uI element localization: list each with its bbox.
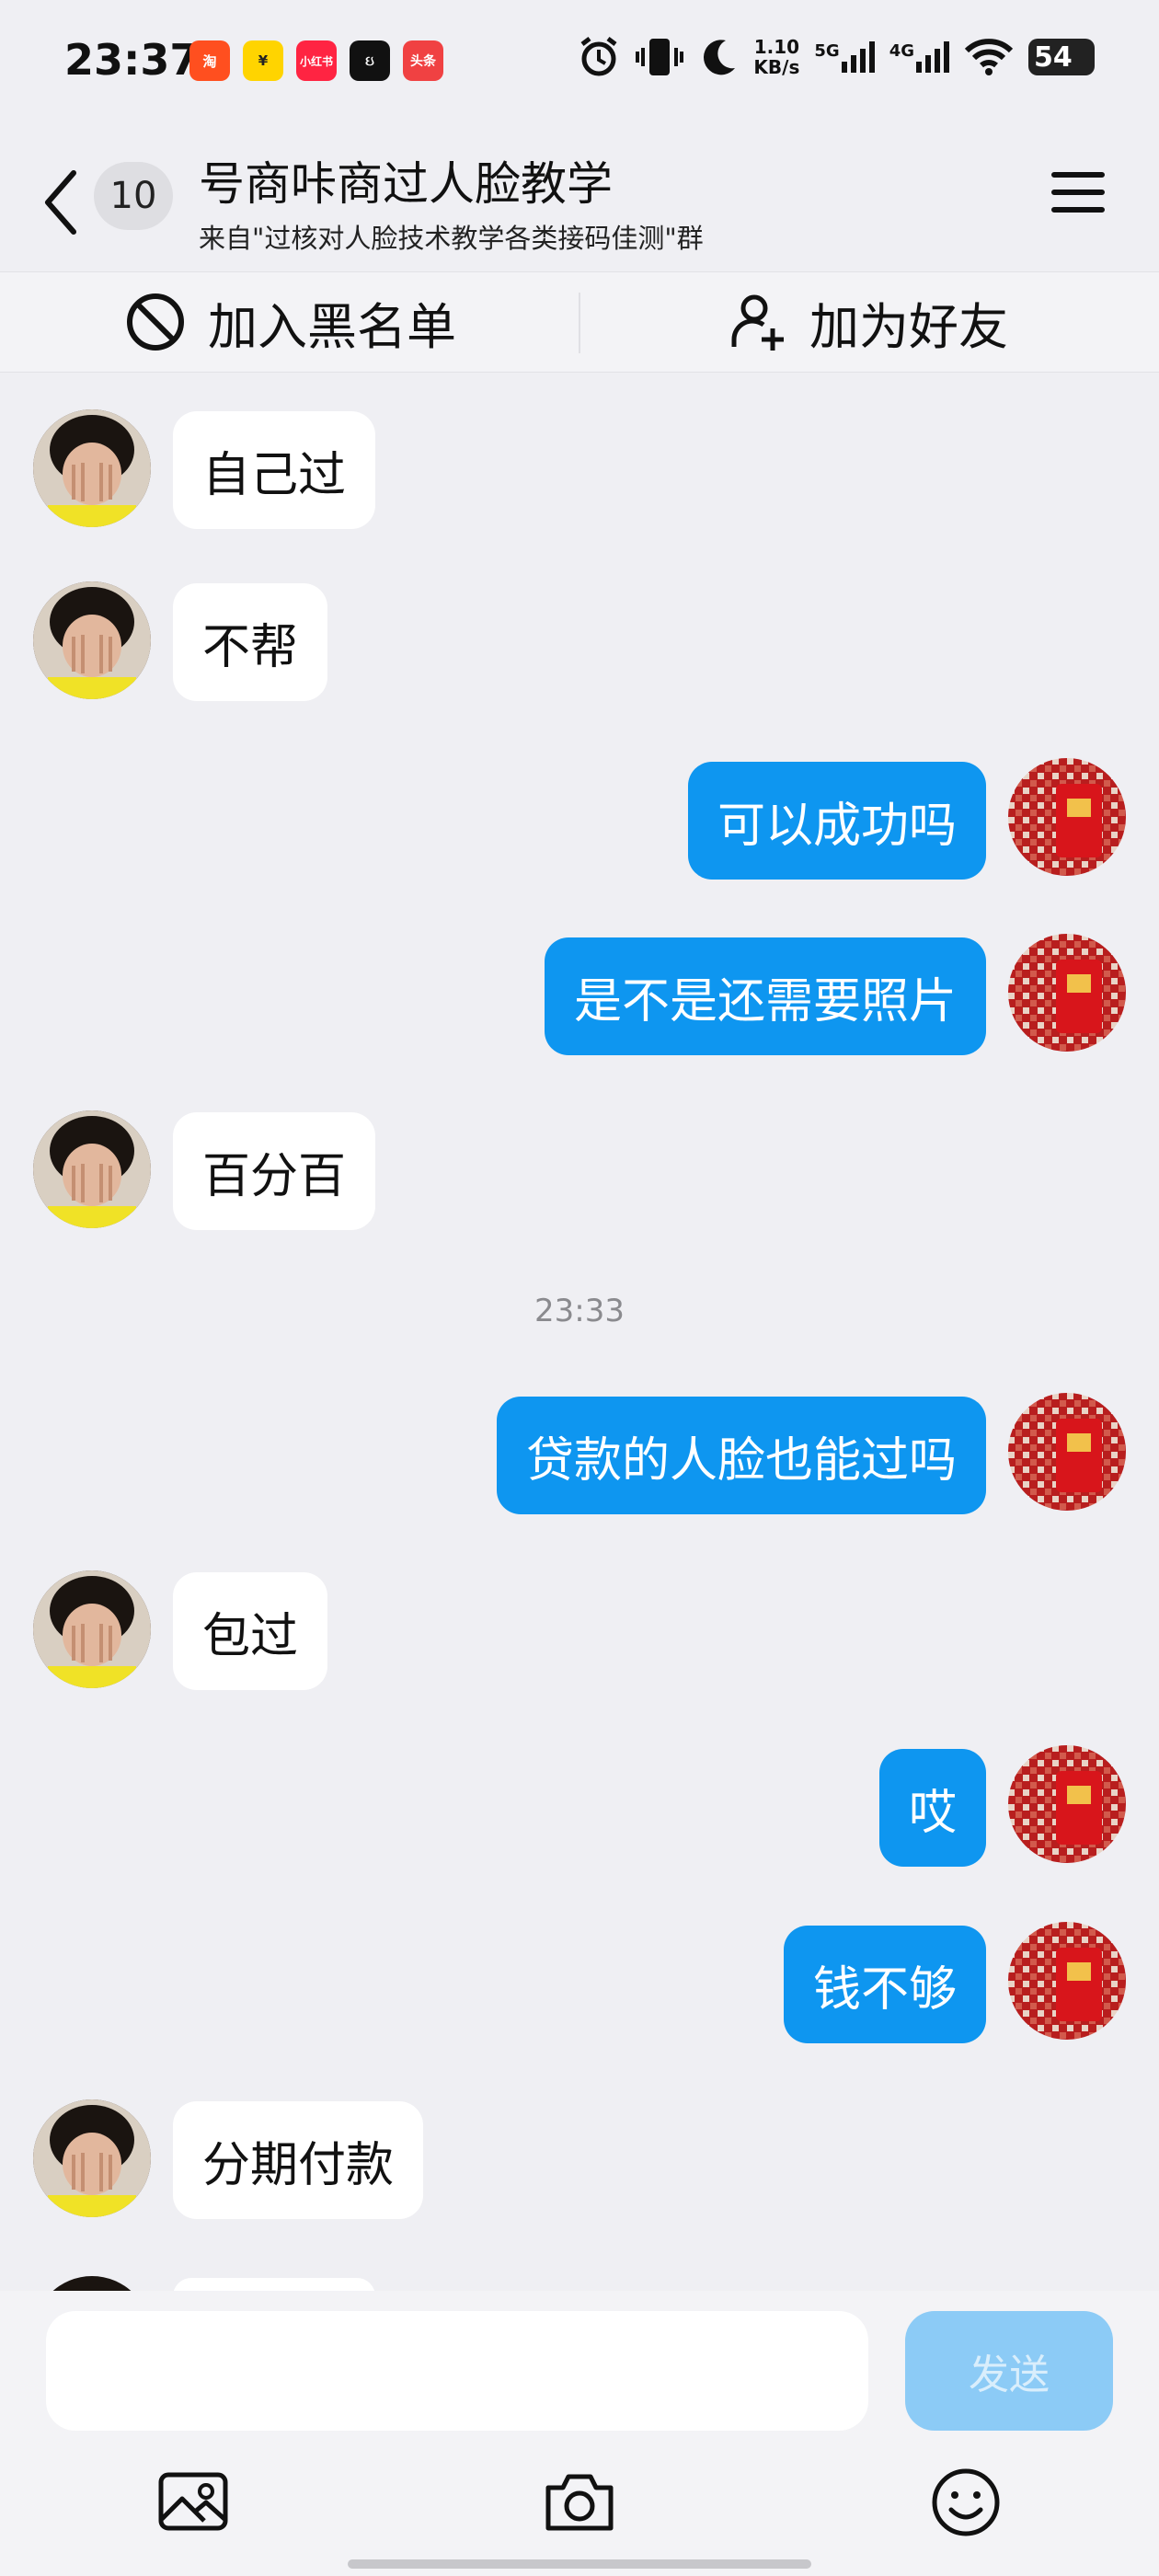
message-bubble[interactable]: 分期付款	[173, 2101, 424, 2219]
camera-app-icon: ઇ	[350, 40, 390, 81]
signal-5g-label: 5G	[814, 41, 840, 61]
message-row: 包过	[0, 1569, 1159, 1690]
input-area: 发送	[0, 2291, 1159, 2576]
add-friend-button[interactable]: 加为好友	[727, 272, 1008, 372]
contact-avatar[interactable]	[33, 409, 151, 527]
my-avatar[interactable]	[1008, 758, 1126, 876]
message-bubble[interactable]: 自己过	[173, 411, 376, 529]
toutiao-icon: 头条	[403, 40, 443, 81]
signal-4g-label: 4G	[889, 41, 914, 61]
battery-indicator: 54	[1028, 39, 1095, 75]
stranger-action-bar: 加入黑名单 加为好友	[0, 271, 1159, 373]
contact-avatar-image	[33, 1570, 151, 1688]
action-divider	[579, 293, 580, 353]
taobao-icon: 淘	[189, 40, 230, 81]
my-avatar-image	[1008, 1745, 1126, 1863]
message-bubble-partial	[173, 2278, 375, 2291]
signal-bars-icon	[916, 41, 949, 73]
message-bubble[interactable]: 是不是还需要照片	[544, 937, 986, 1055]
block-button[interactable]: 加入黑名单	[125, 272, 456, 372]
message-bubble[interactable]: 钱不够	[783, 1926, 986, 2043]
my-avatar[interactable]	[1008, 1393, 1126, 1511]
signal-4g: 4G	[889, 41, 949, 73]
my-avatar-image	[1008, 1922, 1126, 2040]
message-row: 百分百	[0, 1109, 1159, 1230]
message-bubble[interactable]: 贷款的人脸也能过吗	[496, 1397, 986, 1514]
network-speed-value: 1.10	[753, 36, 800, 58]
network-speed: 1.10 KB/s	[753, 37, 799, 77]
contact-avatar-image	[33, 409, 151, 527]
wifi-icon	[964, 39, 1014, 75]
camera-icon[interactable]	[543, 2466, 616, 2539]
message-row: 可以成功吗	[0, 758, 1159, 880]
message-timestamp: 23:33	[534, 1293, 625, 1329]
vibrate-icon	[636, 39, 684, 75]
message-row: 是不是还需要照片	[0, 934, 1159, 1055]
home-indicator[interactable]	[348, 2559, 811, 2569]
message-row: 钱不够	[0, 1922, 1159, 2043]
contact-avatar-image	[33, 2099, 151, 2217]
message-bubble[interactable]: 包过	[173, 1572, 328, 1690]
my-avatar-image	[1008, 934, 1126, 1052]
contact-avatar[interactable]	[33, 2099, 151, 2217]
status-time: 23:37	[64, 35, 200, 85]
message-row: 分期付款	[0, 2098, 1159, 2219]
network-speed-unit: KB/s	[753, 56, 800, 78]
message-bubble[interactable]: 哎	[878, 1749, 986, 1867]
message-bubble[interactable]: 可以成功吗	[687, 762, 986, 880]
message-input[interactable]	[46, 2311, 868, 2431]
message-row: 不帮	[0, 580, 1159, 701]
xianyu-icon: ¥	[243, 40, 283, 81]
my-avatar-image	[1008, 758, 1126, 876]
add-friend-label: 加为好友	[809, 297, 1008, 356]
contact-avatar[interactable]	[33, 581, 151, 699]
signal-5g: 5G	[814, 41, 875, 73]
gallery-icon[interactable]	[156, 2466, 230, 2539]
alarm-icon	[580, 37, 617, 76]
message-bubble[interactable]: 百分百	[173, 1112, 376, 1230]
chat-subtitle: 来自"过核对人脸技术教学各类接码佳测"群	[199, 223, 704, 254]
message-row: 自己过	[0, 408, 1159, 529]
message-row: 贷款的人脸也能过吗	[0, 1393, 1159, 1514]
my-avatar-image	[1008, 1393, 1126, 1511]
my-avatar[interactable]	[1008, 1922, 1126, 2040]
contact-avatar-image	[33, 1110, 151, 1228]
contact-avatar[interactable]	[33, 1570, 151, 1688]
contact-avatar-image	[33, 581, 151, 699]
send-button[interactable]: 发送	[905, 2311, 1113, 2431]
status-bar: 23:37 淘 ¥ 小红书 ઇ 头条 1.10 KB/s 5G 4G 54	[0, 0, 1159, 124]
unread-count-badge[interactable]: 10	[94, 162, 173, 230]
status-indicators: 1.10 KB/s 5G 4G 54	[577, 35, 1095, 79]
notification-app-icons: 淘 ¥ 小红书 ઇ 头条	[189, 40, 443, 81]
my-avatar[interactable]	[1008, 1745, 1126, 1863]
message-bubble[interactable]: 不帮	[173, 583, 328, 701]
my-avatar[interactable]	[1008, 934, 1126, 1052]
moon-icon	[704, 40, 736, 75]
signal-bars-icon	[841, 41, 875, 73]
emoji-icon[interactable]	[929, 2466, 1003, 2539]
xiaohongshu-icon: 小红书	[296, 40, 337, 81]
contact-avatar[interactable]	[33, 1110, 151, 1228]
block-label: 加入黑名单	[208, 297, 456, 356]
menu-icon[interactable]	[1050, 169, 1106, 215]
contact-avatar[interactable]	[33, 2276, 151, 2291]
block-icon	[127, 293, 184, 351]
back-arrow-icon[interactable]	[39, 166, 83, 239]
add-friend-icon	[731, 294, 784, 351]
chat-title: 号商咔商过人脸教学	[199, 157, 613, 211]
message-row: 哎	[0, 1745, 1159, 1867]
message-row-partial	[0, 2274, 1159, 2291]
